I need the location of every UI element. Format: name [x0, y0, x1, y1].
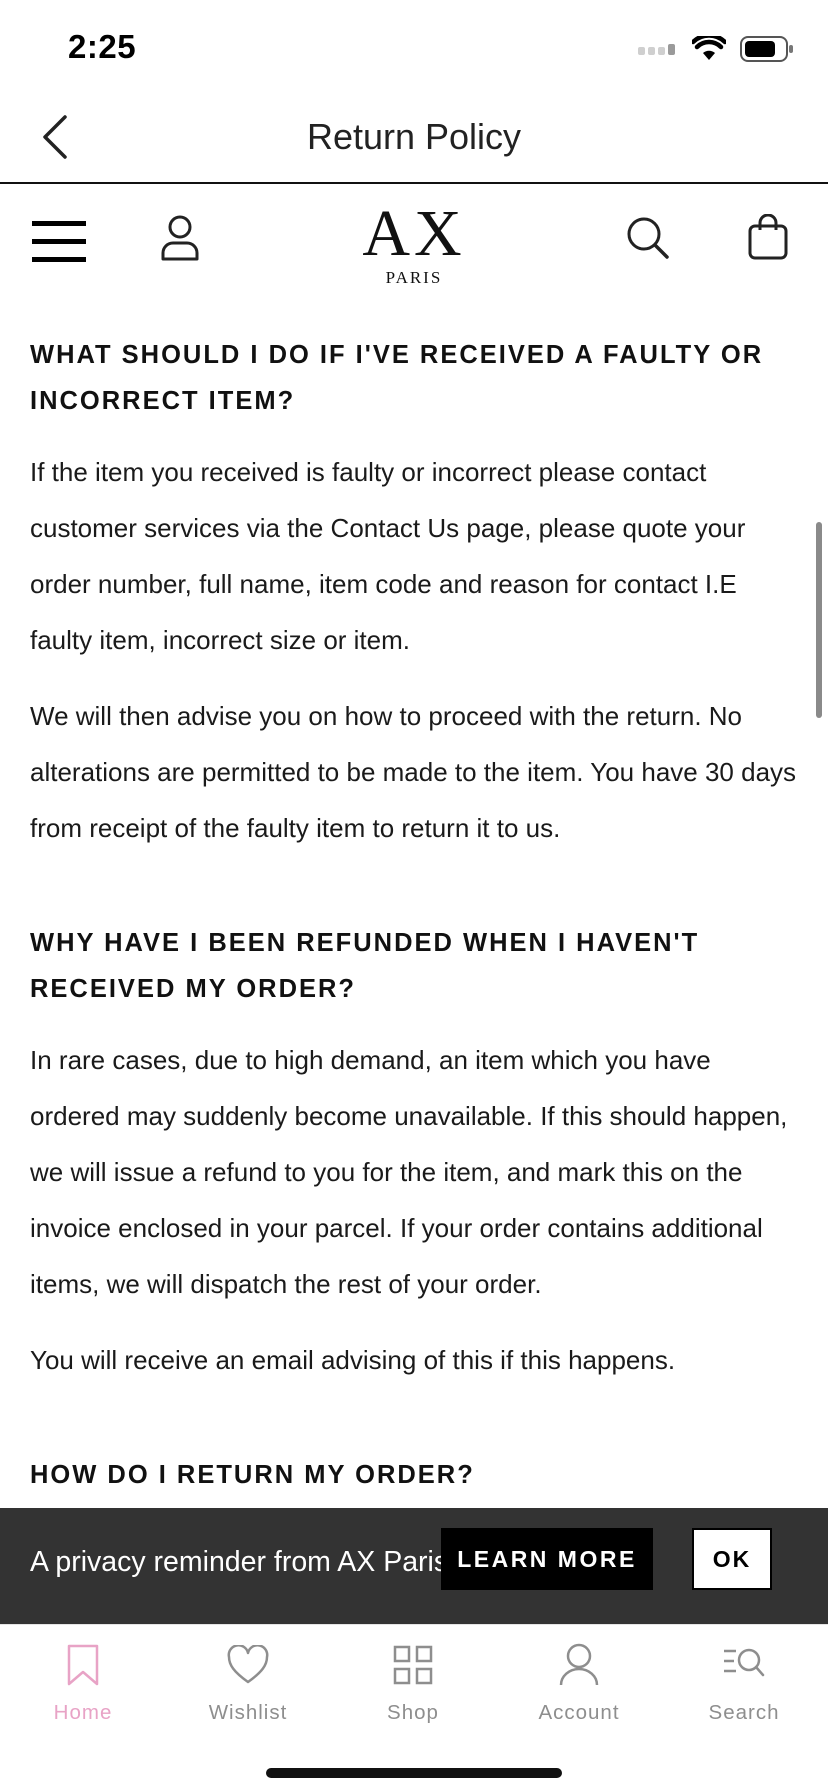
- section-paragraph: We will then advise you on how to procee…: [30, 701, 797, 843]
- section-heading: WHAT SHOULD I DO IF I'VE RECEIVED A FAUL…: [30, 341, 764, 415]
- battery-icon: [740, 36, 794, 67]
- scrollbar[interactable]: [816, 522, 822, 718]
- tab-label: Home: [53, 1701, 113, 1724]
- tab-home[interactable]: Home: [0, 1641, 166, 1741]
- search-icon: [627, 217, 669, 259]
- section-paragraph: You will receive an email advising of th…: [30, 1345, 676, 1375]
- privacy-text: A privacy reminder from AX Paris: [30, 1546, 449, 1578]
- privacy-banner: A privacy reminder from AX Paris LEARN M…: [0, 1508, 828, 1624]
- grid-icon: [389, 1641, 437, 1689]
- shopping-bag-icon: [748, 214, 788, 260]
- section-heading: HOW DO I RETURN MY ORDER?: [30, 1461, 475, 1489]
- brand-logo[interactable]: AX PARIS: [0, 197, 828, 288]
- tab-bar: Home Wishlist Shop Account Search: [0, 1624, 828, 1792]
- faq-section: WHAT SHOULD I DO IF I'VE RECEIVED A FAUL…: [30, 332, 798, 856]
- wifi-icon: [690, 33, 728, 67]
- search-button[interactable]: [624, 210, 672, 266]
- home-indicator: [266, 1768, 562, 1778]
- search-list-icon: [720, 1641, 768, 1689]
- brand-bar: AX PARIS: [0, 186, 828, 296]
- logo-sub-text: PARIS: [385, 268, 443, 287]
- signal-icon: [638, 42, 678, 61]
- tab-search[interactable]: Search: [661, 1641, 827, 1741]
- learn-more-button[interactable]: LEARN MORE: [441, 1528, 653, 1590]
- page-title: Return Policy: [306, 116, 522, 157]
- section-paragraph: In rare cases, due to high demand, an it…: [30, 1045, 788, 1299]
- status-time: 2:25: [68, 28, 137, 65]
- status-bar: 2:25: [0, 0, 828, 90]
- app-screen: 2:25 Return Policy AX PARIS WHAT SHOULD …: [0, 0, 828, 1792]
- tab-account[interactable]: Account: [496, 1641, 662, 1741]
- logo-main-text: AX: [362, 197, 466, 270]
- tab-label: Search: [708, 1701, 780, 1724]
- tab-label: Shop: [387, 1701, 439, 1724]
- section-paragraph: If the item you received is faulty or in…: [30, 457, 746, 655]
- bag-button[interactable]: [744, 208, 792, 266]
- faq-section: HOW DO I RETURN MY ORDER?: [30, 1452, 798, 1498]
- tab-shop[interactable]: Shop: [330, 1641, 496, 1741]
- ok-button[interactable]: OK: [692, 1528, 772, 1590]
- person-icon: [555, 1641, 603, 1689]
- tab-label: Account: [538, 1701, 620, 1724]
- policy-content[interactable]: WHAT SHOULD I DO IF I'VE RECEIVED A FAUL…: [0, 296, 828, 1508]
- section-heading: WHY HAVE I BEEN REFUNDED WHEN I HAVEN'T …: [30, 929, 700, 1003]
- nav-header: Return Policy: [0, 90, 828, 184]
- tab-wishlist[interactable]: Wishlist: [165, 1641, 331, 1741]
- heart-icon: [224, 1641, 272, 1689]
- status-icons: [638, 33, 794, 67]
- tab-label: Wishlist: [208, 1701, 288, 1724]
- faq-section: WHY HAVE I BEEN REFUNDED WHEN I HAVEN'T …: [30, 920, 798, 1388]
- bookmark-icon: [59, 1641, 107, 1689]
